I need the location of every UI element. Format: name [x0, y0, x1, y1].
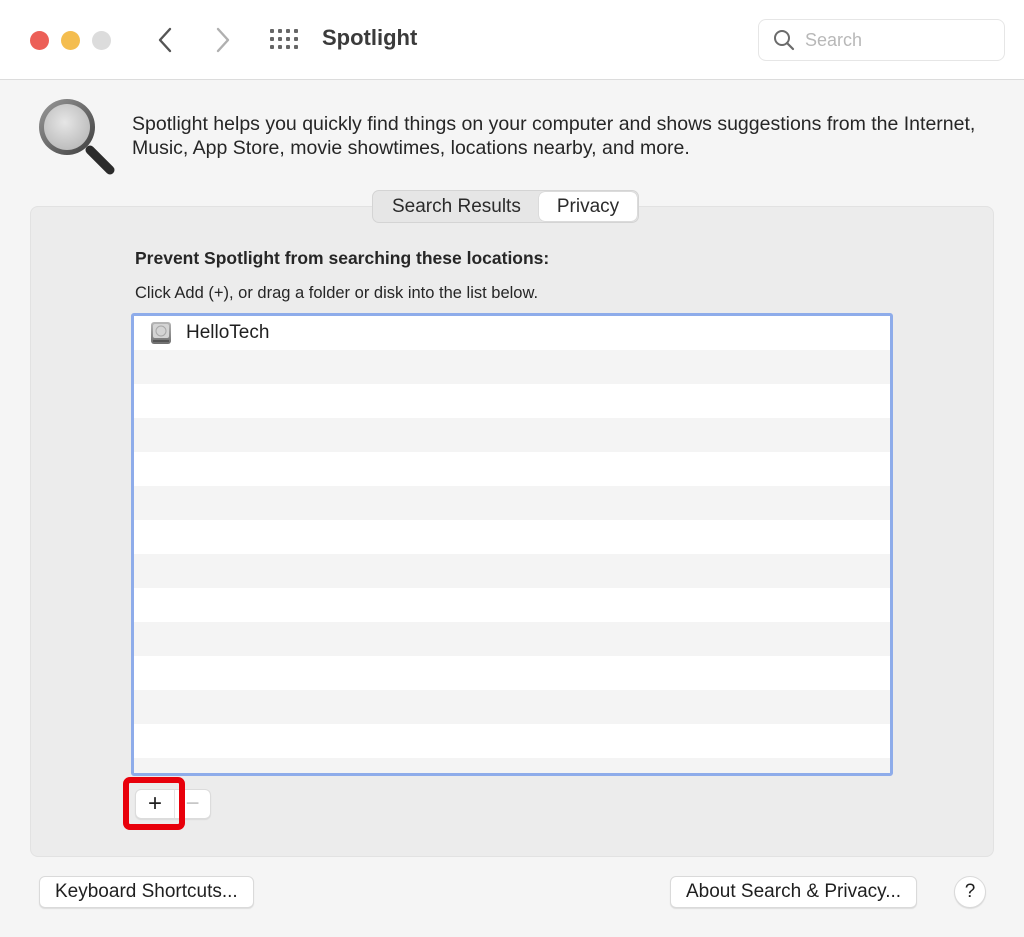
list-item-empty [134, 486, 890, 520]
list-item-empty [134, 418, 890, 452]
privacy-hint: Click Add (+), or drag a folder or disk … [135, 284, 539, 302]
tab-bar: Search Results Privacy [372, 190, 640, 223]
minimize-button[interactable] [61, 31, 80, 50]
list-item-empty [134, 758, 890, 773]
search-field[interactable] [758, 19, 1005, 61]
window-title: Spotlight [322, 25, 418, 50]
annotation-highlight-box [123, 777, 185, 830]
search-icon [774, 30, 795, 51]
show-all-grid-icon[interactable] [268, 26, 300, 54]
list-item-empty [134, 724, 890, 758]
location-label: HelloTech [186, 322, 270, 343]
list-item-empty [134, 622, 890, 656]
magnifying-glass-icon [39, 99, 115, 175]
list-item-empty [134, 452, 890, 486]
chevron-left-icon [158, 27, 172, 53]
chevron-right-icon [216, 27, 230, 53]
list-item-empty [134, 520, 890, 554]
list-item-empty [134, 384, 890, 418]
intro-description: Spotlight helps you quickly find things … [132, 113, 976, 159]
back-button[interactable] [150, 22, 180, 58]
keyboard-shortcuts-button[interactable]: Keyboard Shortcuts... [39, 876, 254, 908]
hard-disk-icon [151, 322, 171, 344]
forward-button[interactable] [208, 22, 238, 58]
close-button[interactable] [30, 31, 49, 50]
list-item-empty [134, 588, 890, 622]
tab-search-results[interactable]: Search Results [374, 192, 539, 221]
list-item-empty [134, 554, 890, 588]
privacy-heading: Prevent Spotlight from searching these l… [135, 248, 550, 268]
list-item-empty [134, 690, 890, 724]
help-button[interactable]: ? [954, 876, 986, 908]
list-item-empty [134, 656, 890, 690]
zoom-button [92, 31, 111, 50]
title-bar: Spotlight [0, 0, 1024, 80]
tab-privacy[interactable]: Privacy [538, 192, 638, 221]
excluded-locations-list[interactable]: HelloTech [131, 313, 893, 776]
search-input[interactable] [805, 29, 985, 51]
list-item[interactable]: HelloTech [134, 316, 890, 350]
about-search-privacy-button[interactable]: About Search & Privacy... [670, 876, 918, 908]
list-item-empty [134, 350, 890, 384]
